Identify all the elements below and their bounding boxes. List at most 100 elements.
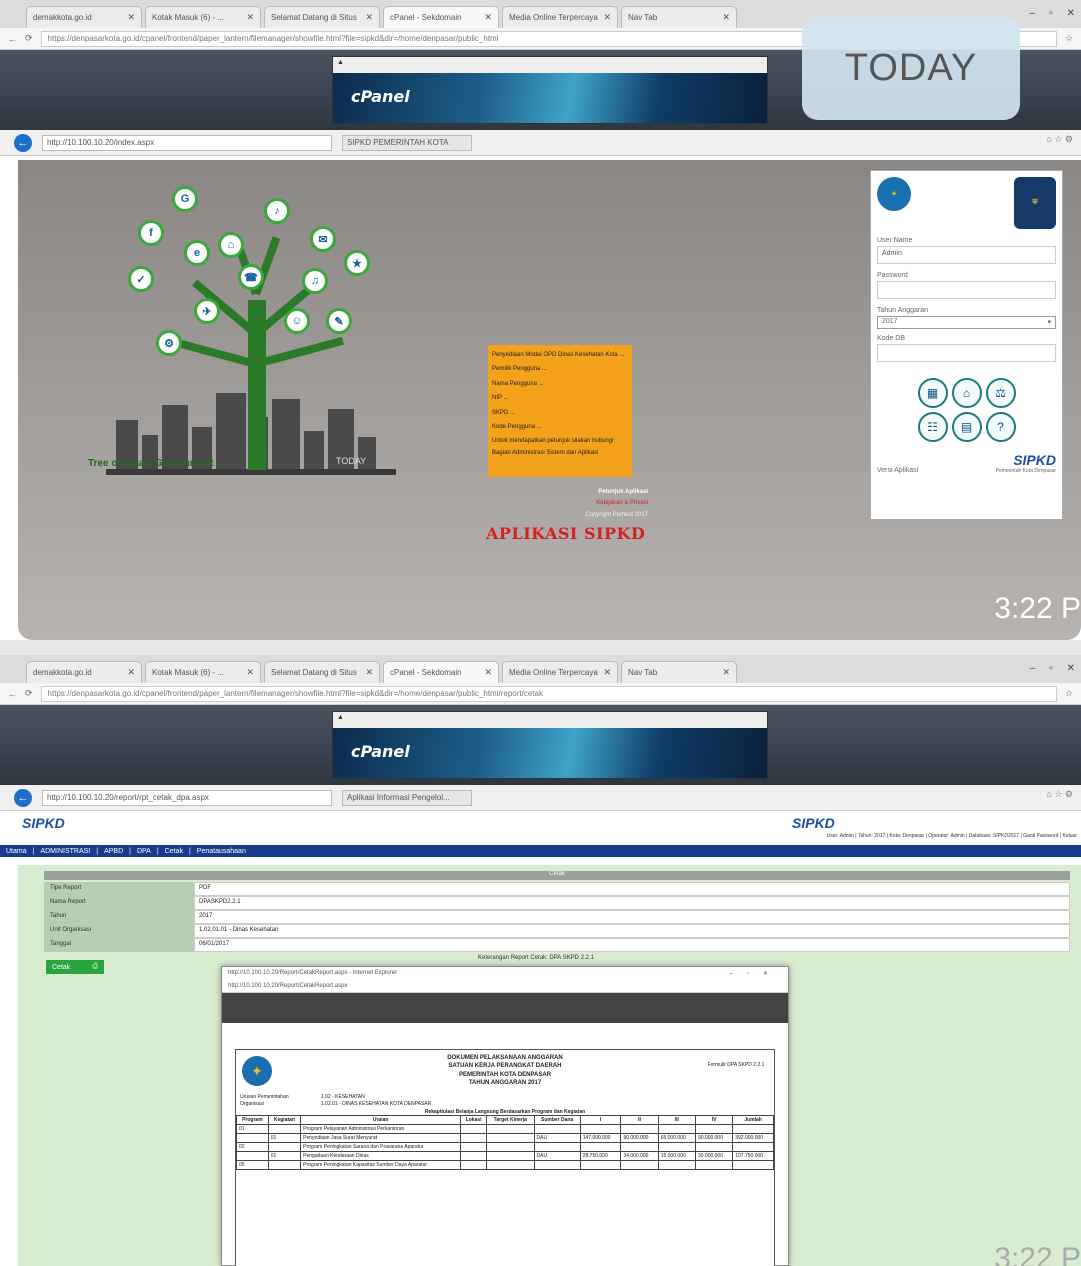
close-icon[interactable]: ✕ bbox=[603, 12, 611, 23]
field-input[interactable]: 1.02.01.01 - Dinas Kesehatan bbox=[194, 924, 1070, 938]
field-select[interactable]: 2017 bbox=[194, 910, 1070, 924]
password-input[interactable] bbox=[877, 281, 1056, 299]
nav-item[interactable]: DPA bbox=[137, 848, 151, 855]
nav-item[interactable]: Cetak bbox=[165, 848, 183, 855]
sipkd-header: SIPKD SIPKD User: Admin | Tahun: 2017 | … bbox=[0, 811, 1081, 845]
url-input[interactable]: https://denpasarkota.go.id/cpanel/fronte… bbox=[40, 685, 1057, 702]
ie-url-input[interactable]: http://10.100.10.20/report/rpt_cetak_dpa… bbox=[42, 789, 332, 806]
nav-item[interactable]: ADMINISTRASI bbox=[40, 848, 90, 855]
browser-tab[interactable]: cPanel - Sekdomain ✕ bbox=[383, 6, 499, 28]
data-icon[interactable]: ▤ bbox=[951, 412, 982, 442]
field-select[interactable]: PDF bbox=[194, 882, 1070, 896]
nav-item[interactable]: Penatausahaan bbox=[197, 848, 246, 855]
close-icon[interactable]: ✕ bbox=[722, 12, 730, 23]
maximize-icon[interactable]: ▫ bbox=[1049, 663, 1053, 674]
close-window-icon[interactable]: ✕ bbox=[1067, 8, 1075, 19]
org-chart-icon[interactable]: ☷ bbox=[917, 412, 948, 442]
close-icon[interactable]: ✕ bbox=[127, 12, 135, 23]
back-icon[interactable]: ← bbox=[8, 34, 17, 44]
db-input[interactable] bbox=[877, 344, 1056, 362]
bank-icon[interactable]: ⌂ bbox=[951, 378, 982, 408]
close-icon[interactable]: ✕ bbox=[365, 12, 373, 23]
doc-label: Urusan Pemerintahan bbox=[240, 1093, 289, 1100]
footer-link[interactable]: Kebijakan & Privasi bbox=[498, 498, 648, 509]
maximize-icon[interactable]: ▫ bbox=[1049, 8, 1053, 19]
footer-links: Petunjuk Aplikasi Kebijakan & Privasi Co… bbox=[498, 487, 648, 521]
form-row: Tanggal 06/01/2017 bbox=[44, 938, 1070, 952]
browser-tab[interactable]: cPanel - Sekdomain ✕ bbox=[383, 661, 499, 683]
tree-app-icon: ♪ bbox=[264, 198, 290, 224]
table-header: Kegiatan bbox=[267, 1114, 302, 1125]
close-icon[interactable]: ✕ bbox=[484, 667, 492, 678]
minimize-icon[interactable]: – bbox=[1030, 8, 1036, 19]
browser-tab[interactable]: Kotak Masuk (6) - ... ✕ bbox=[145, 6, 261, 28]
info-line: Penyediaan Modal OPD Dinas Kesehatan Kot… bbox=[492, 352, 625, 358]
popup-controls[interactable]: –▫✕ bbox=[730, 970, 783, 978]
back-icon[interactable]: ← bbox=[14, 788, 32, 807]
top-links[interactable]: User: Admin | Tahun: 2017 | Kota: Denpas… bbox=[827, 833, 1077, 839]
table-header: I bbox=[579, 1114, 622, 1125]
login-panel: ✦ ⛨ User Name Admin Password Tahun Angga… bbox=[870, 170, 1063, 520]
close-icon[interactable]: ✕ bbox=[365, 667, 373, 678]
star-icon[interactable]: ☆ bbox=[1065, 688, 1073, 699]
dpa-document: ✦ Formulir DPA SKPD 2.2.1 DOKUMEN PELAKS… bbox=[235, 1049, 775, 1266]
info-line: SKPD ... bbox=[492, 409, 516, 416]
close-icon[interactable]: ✕ bbox=[246, 667, 254, 678]
scale-icon[interactable]: ⚖ bbox=[985, 378, 1016, 408]
close-icon[interactable]: ✕ bbox=[127, 667, 135, 678]
star-icon[interactable]: ☆ bbox=[1065, 33, 1073, 44]
close-icon[interactable]: ✕ bbox=[246, 12, 254, 23]
table-cell: Program Peningkatan Kapasitas Sumber Day… bbox=[300, 1159, 462, 1170]
browser-tab[interactable]: demakkota.go.id ✕ bbox=[26, 6, 142, 28]
table-cell bbox=[533, 1123, 581, 1134]
ie-address-bar: ← http://10.100.10.20/report/rpt_cetak_d… bbox=[0, 785, 1081, 811]
table-header-row: Program Kegiatan Uraian Lokasi Target Ki… bbox=[236, 1114, 774, 1125]
year-select[interactable]: 2017 ▾ bbox=[877, 316, 1056, 329]
reload-icon[interactable]: ⟳ bbox=[25, 688, 33, 699]
footer-link[interactable]: Copyright Pemkot 2017 bbox=[498, 510, 648, 521]
back-icon[interactable]: ← bbox=[14, 133, 32, 152]
app-title: APLIKASI SIPKD bbox=[486, 524, 646, 543]
doc-code: Formulir DPA SKPD 2.2.1 bbox=[707, 1062, 765, 1068]
cetak-label: Cetak bbox=[52, 963, 71, 971]
tab-label: Media Online Terpercaya bbox=[509, 13, 598, 22]
ie-tab[interactable]: SIPKD PEMERINTAH KOTA bbox=[342, 134, 472, 151]
tab-label: cPanel - Sekdomain bbox=[390, 13, 462, 22]
footer-link[interactable]: Petunjuk Aplikasi bbox=[498, 487, 648, 498]
popup-address[interactable]: http://10.100.10.20/Report/CetakReport.a… bbox=[222, 981, 788, 993]
browser-tab[interactable]: demakkota.go.id ✕ bbox=[26, 661, 142, 683]
browser-tab[interactable]: Nav Tab ✕ bbox=[621, 6, 737, 28]
table-header: Uraian bbox=[300, 1114, 462, 1125]
date-input[interactable]: 06/01/2017 bbox=[194, 938, 1070, 952]
minimize-icon[interactable]: – bbox=[1030, 663, 1036, 674]
table-cell: 15.000.000 bbox=[657, 1150, 696, 1161]
user-input[interactable]: Admin bbox=[877, 246, 1056, 264]
close-icon[interactable]: ✕ bbox=[603, 667, 611, 678]
nav-item[interactable]: APBD bbox=[104, 848, 123, 855]
reload-icon[interactable]: ⟳ bbox=[25, 33, 33, 44]
browser-tab[interactable]: Media Online Terpercaya ✕ bbox=[502, 661, 618, 683]
browser-tab[interactable]: Media Online Terpercaya ✕ bbox=[502, 6, 618, 28]
ie-tab[interactable]: Aplikasi Informasi Pengelol... bbox=[342, 789, 472, 806]
field-input[interactable]: DPASKPD2.2.1 bbox=[194, 896, 1070, 910]
browser-tab[interactable]: Nav Tab ✕ bbox=[621, 661, 737, 683]
close-icon[interactable]: ✕ bbox=[484, 12, 492, 23]
table-header: III bbox=[657, 1114, 696, 1125]
browser-tab[interactable]: Selamat Datang di Situs ✕ bbox=[264, 661, 380, 683]
close-icon[interactable]: ✕ bbox=[722, 667, 730, 678]
table-cell bbox=[267, 1141, 302, 1152]
table-cell: Program Pelayanan Administrasi Perkantor… bbox=[300, 1123, 462, 1134]
back-icon[interactable]: ← bbox=[8, 689, 17, 699]
calculator-icon[interactable]: ▦ bbox=[917, 378, 948, 408]
address-bar: ← ⟳ https://denpasarkota.go.id/cpanel/fr… bbox=[0, 683, 1081, 705]
browser-tab[interactable]: Kotak Masuk (6) - ... ✕ bbox=[145, 661, 261, 683]
nav-item[interactable]: Utama bbox=[6, 848, 27, 855]
help-icon[interactable]: ? bbox=[985, 412, 1016, 442]
field-label: Tipe Report bbox=[44, 882, 194, 896]
browser-tab[interactable]: Selamat Datang di Situs ✕ bbox=[264, 6, 380, 28]
ie-url-input[interactable]: http://10.100.10.20/index.aspx bbox=[42, 134, 332, 151]
table-cell bbox=[533, 1159, 581, 1170]
tree-app-icon: G bbox=[172, 186, 198, 212]
cetak-button[interactable]: Cetak ⎙ bbox=[46, 960, 104, 974]
close-window-icon[interactable]: ✕ bbox=[1067, 663, 1075, 674]
